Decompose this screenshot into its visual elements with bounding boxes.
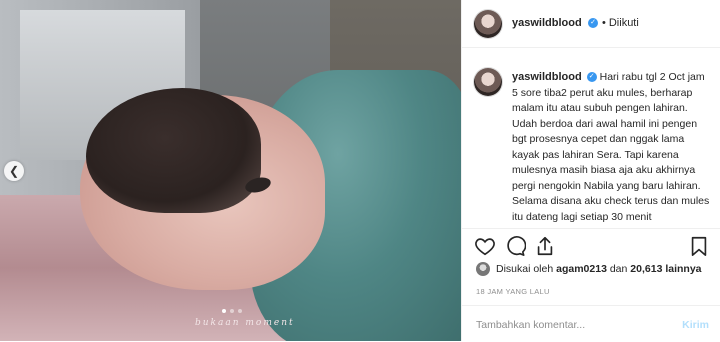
action-bar <box>474 235 714 257</box>
post-sidebar: yaswildblood ✓ • Diikuti yaswildblood ✓ Ha… <box>461 0 720 341</box>
share-button[interactable] <box>534 235 556 257</box>
caption-avatar[interactable] <box>474 68 502 96</box>
follow-label: Diikuti <box>608 17 639 29</box>
carousel-dot-active <box>222 309 226 313</box>
liker-username[interactable]: agam0213 <box>556 263 607 275</box>
carousel-dots <box>222 309 242 313</box>
post-timestamp[interactable]: 18 JAM YANG LALU <box>476 287 550 296</box>
caption-text: Hari rabu tgl 2 Oct jam 5 sore tiba2 per… <box>512 71 710 223</box>
comment-button[interactable] <box>504 235 527 257</box>
photo-watermark: bukaan moment <box>195 318 295 328</box>
caption-username[interactable]: yaswildblood <box>512 71 582 83</box>
post-photo[interactable]: bukaan moment <box>0 0 461 341</box>
actions-divider <box>462 228 720 230</box>
liker-avatar[interactable] <box>476 262 490 276</box>
avatar[interactable] <box>474 10 502 38</box>
chevron-left-icon: ❮ <box>8 164 20 178</box>
verified-icon: ✓ <box>586 72 597 83</box>
post-caption: yaswildblood ✓ Hari rabu tgl 2 Oct jam 5 … <box>462 58 720 228</box>
carousel-dot <box>238 309 242 313</box>
separator-dot: • <box>602 17 606 29</box>
comment-bar: Kirim <box>462 305 720 342</box>
verified-icon: ✓ <box>588 18 598 28</box>
likes-summary: Disukai oleh agam0213 dan 20,613 lainnya <box>476 262 702 276</box>
share-icon <box>537 236 553 256</box>
comment-icon <box>507 236 527 256</box>
likes-count[interactable]: 20,613 lainnya <box>630 263 701 275</box>
post-username[interactable]: yaswildblood <box>512 17 582 29</box>
follow-status[interactable]: • Diikuti <box>602 17 639 29</box>
bookmark-icon <box>691 236 707 256</box>
save-button[interactable] <box>688 235 710 257</box>
comment-input[interactable] <box>474 314 668 336</box>
heart-icon <box>475 238 495 256</box>
post-modal: bukaan moment ❮ yaswildblood ✓ • Diikuti … <box>0 0 720 341</box>
likes-connector: dan <box>609 263 628 275</box>
carousel-dot <box>230 309 234 313</box>
carousel-prev-button[interactable]: ❮ <box>4 161 24 181</box>
like-button[interactable] <box>474 235 496 257</box>
post-header: yaswildblood ✓ • Diikuti <box>462 0 720 48</box>
send-comment-button[interactable]: Kirim <box>682 319 709 331</box>
likes-prefix: Disukai oleh <box>496 263 554 275</box>
caption-text-block: yaswildblood ✓ Hari rabu tgl 2 Oct jam 5 … <box>512 70 712 225</box>
